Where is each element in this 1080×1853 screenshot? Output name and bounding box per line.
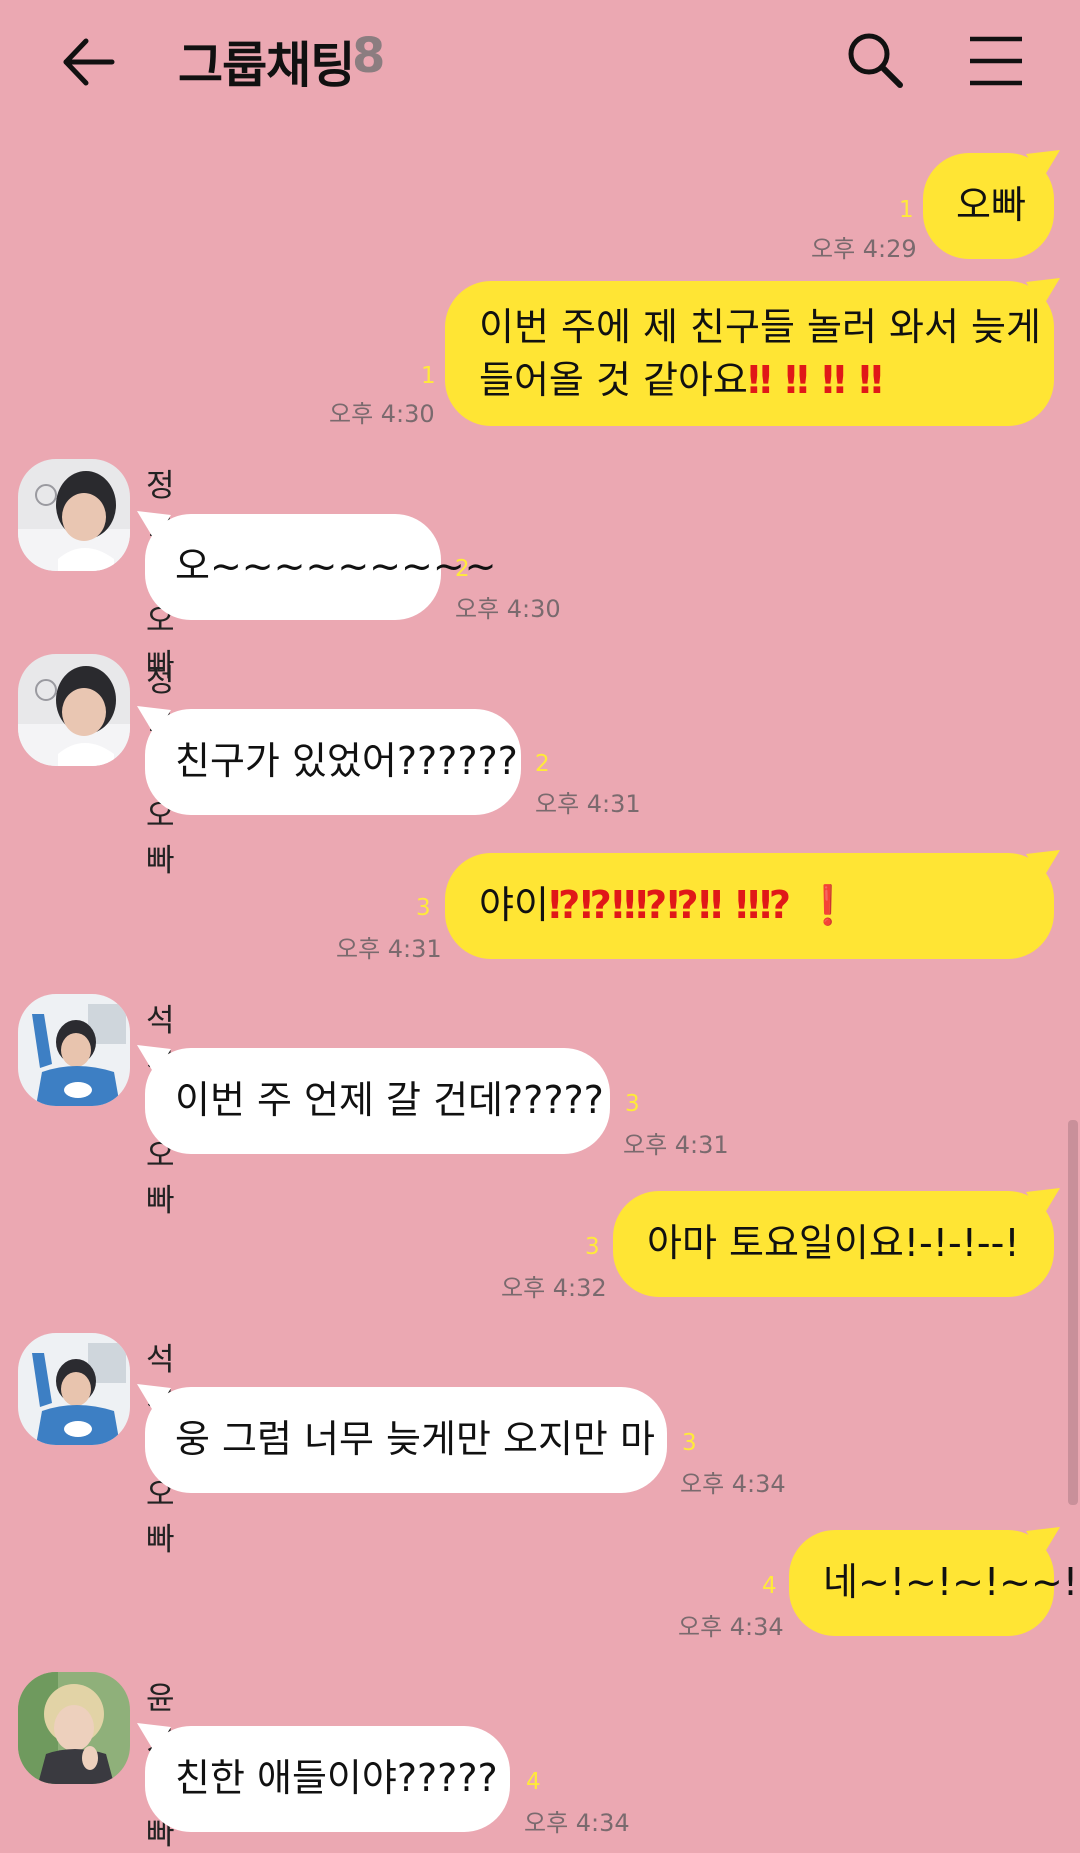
message-bubble[interactable]: 이번 주 언제 갈 건데????? [145,1048,610,1154]
unread-count: 3 [625,1091,640,1117]
avatar[interactable] [18,1672,130,1784]
message-bubble[interactable]: 네~!~!~!~~! [789,1530,1078,1636]
message-text: 네~!~!~!~~! [823,1560,1079,1604]
bubble-tail-icon [137,706,171,736]
profile-photo-icon [18,994,130,1106]
message-bubble[interactable]: 아마 토요일이요!-!-!--! [613,1191,1054,1297]
message-time: 오후 4:32 [501,1274,607,1302]
bubble-tail-icon [1026,1527,1060,1557]
search-button[interactable] [845,30,907,92]
message-time: 오후 4:31 [535,790,641,818]
bubble-tail-icon [1026,278,1060,308]
message-time: 오후 4:30 [455,595,561,623]
bubble-tail-icon [137,1723,171,1753]
message-text: 오빠 [956,183,1026,227]
profile-photo-icon [18,1333,130,1445]
message-time: 오후 4:34 [678,1613,784,1641]
message-text-line: 들어올 것 같아요 [479,358,748,402]
profile-photo-icon [18,654,130,766]
unread-count: 1 [421,363,436,389]
message-text: 아마 토요일이요!-!-!--! [647,1221,1020,1265]
message-text: 야이 [479,883,549,927]
emphasis-marks: ⁉⁉‼⁉⁉‼ ‼⁉ ❗ [548,883,852,927]
unread-count: 4 [762,1573,777,1599]
unread-count: 1 [899,197,914,223]
scrollbar[interactable] [1068,1120,1078,1505]
bubble-tail-icon [1026,1188,1060,1218]
back-button[interactable] [58,32,118,92]
unread-count: 4 [526,1769,541,1795]
emphasis-marks: ‼ ‼ ‼ ‼ [747,358,883,402]
bubble-tail-icon [1026,150,1060,180]
profile-photo-icon [18,459,130,571]
avatar[interactable] [18,459,130,571]
arrow-left-icon [63,38,115,86]
message-time: 오후 4:34 [524,1809,630,1837]
avatar[interactable] [18,994,130,1106]
search-icon [848,33,903,88]
avatar[interactable] [18,654,130,766]
message-bubble[interactable]: 야이⁉⁉‼⁉⁉‼ ‼⁉ ❗ [445,853,1054,959]
message-text-line: 이번 주에 제 친구들 놀러 와서 늦게 [479,305,1041,349]
bubble-tail-icon [137,1045,171,1075]
message-time: 오후 4:29 [811,235,917,263]
message-text: 친한 애들이야????? [175,1756,498,1800]
bubble-tail-icon [137,511,171,541]
hamburger-menu-icon [970,36,1022,86]
message-bubble[interactable]: 이번 주에 제 친구들 놀러 와서 늦게 들어올 것 같아요‼ ‼ ‼ ‼ [445,281,1054,426]
chat-header: 그룹채팅 8 [0,0,1080,125]
message-text: 웅 그럼 너무 늦게만 오지만 마 [175,1417,655,1461]
unread-count: 3 [585,1234,600,1260]
message-text: 이번 주 언제 갈 건데????? [175,1078,604,1122]
unread-count: 2 [455,556,470,582]
message-time: 오후 4:31 [336,935,442,963]
unread-count: 3 [416,895,431,921]
message-text: 오~~~~~~~~~ [175,544,497,588]
bubble-tail-icon [1026,850,1060,880]
profile-photo-icon [18,1672,130,1784]
message-time: 오후 4:34 [680,1470,786,1498]
menu-button[interactable] [968,33,1024,89]
message-time: 오후 4:31 [623,1131,729,1159]
chat-title: 그룹채팅 [178,37,355,94]
member-count: 8 [352,28,386,84]
message-bubble[interactable]: 친한 애들이야????? [145,1726,510,1832]
message-bubble[interactable]: 친구가 있었어?????? [145,709,521,815]
message-bubble[interactable]: 오~~~~~~~~~ [145,514,497,620]
message-time: 오후 4:30 [329,400,435,428]
message-text: 친구가 있었어?????? [175,739,518,783]
unread-count: 2 [535,751,550,777]
unread-count: 3 [682,1430,697,1456]
message-bubble[interactable]: 웅 그럼 너무 늦게만 오지만 마 [145,1387,667,1493]
bubble-tail-icon [137,1384,171,1414]
avatar[interactable] [18,1333,130,1445]
